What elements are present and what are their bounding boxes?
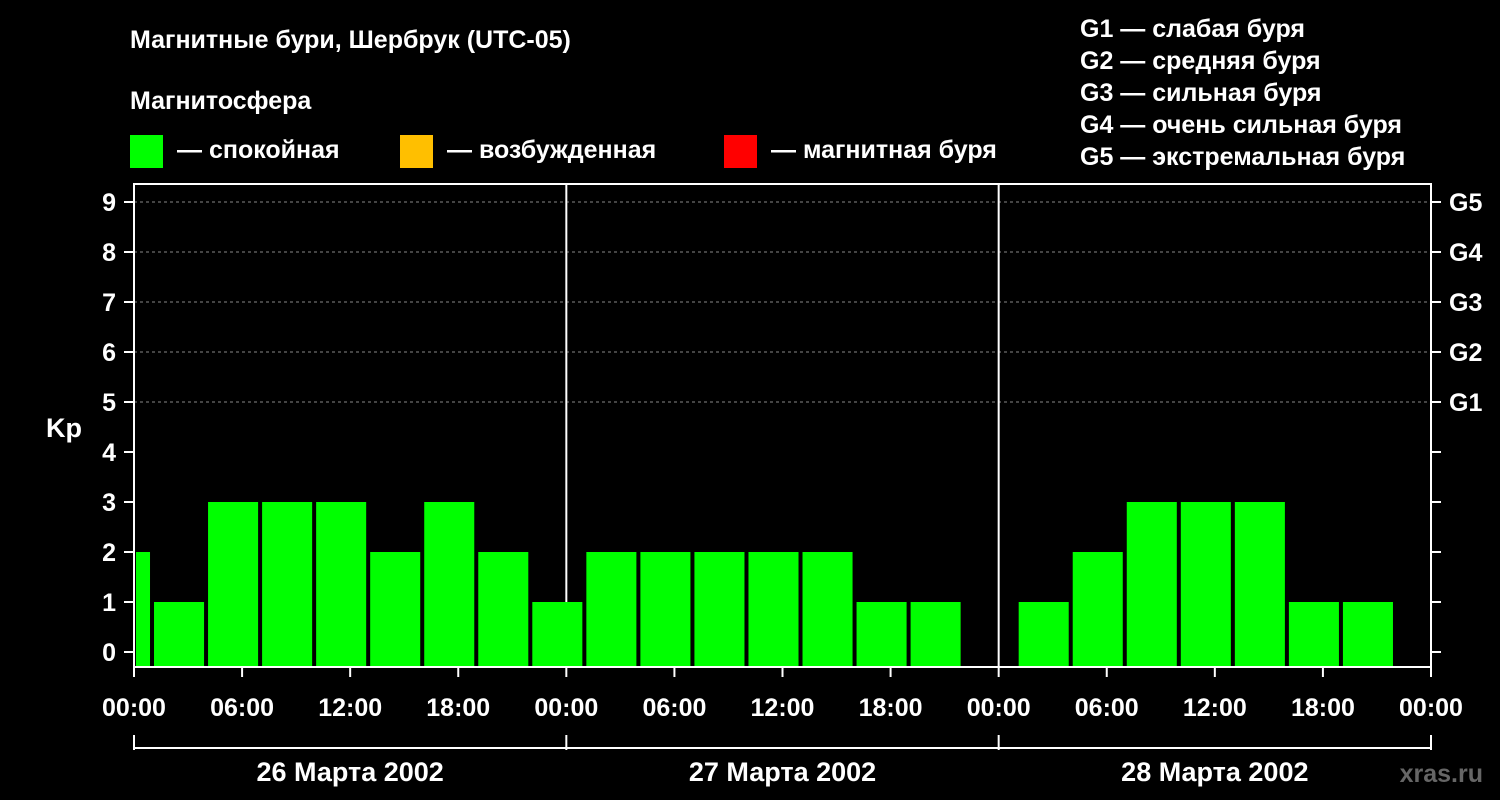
y-tick-label: 9 xyxy=(102,189,116,217)
kp-bar xyxy=(478,552,529,667)
legend-swatch xyxy=(400,135,433,168)
x-tick-label: 12:00 xyxy=(318,694,382,722)
g-scale-item: G4 — очень сильная буря xyxy=(1080,111,1402,139)
y-tick-label: 7 xyxy=(102,289,116,317)
kp-bar xyxy=(910,602,961,667)
legend-swatch xyxy=(724,135,757,168)
y-tick-label: 1 xyxy=(102,589,116,617)
bars xyxy=(136,502,1393,667)
g-scale-item: G3 — сильная буря xyxy=(1080,79,1322,107)
day-label: 27 Марта 2002 xyxy=(689,757,876,787)
x-tick-label: 12:00 xyxy=(1183,694,1247,722)
x-tick-label: 18:00 xyxy=(859,694,923,722)
g-scale-item: G1 — слабая буря xyxy=(1080,15,1305,43)
y-tick-label: 6 xyxy=(102,339,116,367)
x-tick-label: 06:00 xyxy=(642,694,706,722)
kp-bar xyxy=(586,552,637,667)
y-tick-label: 4 xyxy=(102,439,116,467)
g-tick-label: G2 xyxy=(1449,339,1482,367)
kp-bar xyxy=(208,502,259,667)
legend-title: Магнитосфера xyxy=(130,87,312,115)
kp-bar xyxy=(154,602,205,667)
x-tick-label: 00:00 xyxy=(102,694,166,722)
legend: — спокойная — возбужденная — магнитная бур… xyxy=(130,135,997,168)
x-tick-label: 18:00 xyxy=(1291,694,1355,722)
g-tick-label: G3 xyxy=(1449,289,1482,317)
day-label: 26 Марта 2002 xyxy=(257,757,444,787)
kp-bar xyxy=(316,502,367,667)
g-scale-legend: G1 — слабая буря G2 — средняя буря G3 — си… xyxy=(1080,15,1405,171)
legend-label: — спокойная xyxy=(177,136,340,164)
kp-bar xyxy=(1072,552,1123,667)
g-scale-item: G2 — средняя буря xyxy=(1080,47,1321,75)
kp-bar xyxy=(1126,502,1177,667)
kp-bar xyxy=(640,552,691,667)
y-tick-label: 2 xyxy=(102,539,116,567)
legend-label: — магнитная буря xyxy=(771,136,997,164)
kp-bar xyxy=(1234,502,1285,667)
legend-swatch xyxy=(130,135,163,168)
x-tick-label: 06:00 xyxy=(210,694,274,722)
y-tick-label: 3 xyxy=(102,489,116,517)
g-scale-item: G5 — экстремальная буря xyxy=(1080,143,1405,171)
kp-bar xyxy=(262,502,313,667)
x-tick-label: 18:00 xyxy=(426,694,490,722)
g-tick-label: G5 xyxy=(1449,189,1482,217)
x-tick-label: 06:00 xyxy=(1075,694,1139,722)
kp-bar xyxy=(1342,602,1393,667)
kp-bar xyxy=(856,602,907,667)
kp-bar xyxy=(370,552,421,667)
kp-bar xyxy=(748,552,799,667)
chart-title: Магнитные бури, Шербрук (UTC-05) xyxy=(130,26,571,54)
y-axis-label: Kp xyxy=(46,413,82,443)
legend-label: — возбужденная xyxy=(447,136,656,164)
x-tick-label: 00:00 xyxy=(967,694,1031,722)
kp-bar xyxy=(1288,602,1339,667)
g-tick-label: G1 xyxy=(1449,389,1482,417)
kp-bar xyxy=(694,552,745,667)
y-tick-label: 8 xyxy=(102,239,116,267)
x-tick-label: 00:00 xyxy=(534,694,598,722)
kp-chart: Магнитные бури, Шербрук (UTC-05) Магнито… xyxy=(46,15,1483,788)
axes: 0 1 2 3 4 5 6 7 8 9 G1 G2 G3 G4 G5 00:00 06:00 12:00 18:00… xyxy=(102,183,1482,787)
kp-bar xyxy=(1180,502,1231,667)
kp-bar xyxy=(532,602,583,667)
kp-bar xyxy=(1018,602,1069,667)
kp-bar xyxy=(136,552,151,667)
y-tick-label: 5 xyxy=(102,389,116,417)
kp-bar xyxy=(424,502,475,667)
watermark: xras.ru xyxy=(1400,760,1483,788)
x-tick-label: 00:00 xyxy=(1399,694,1463,722)
x-tick-label: 12:00 xyxy=(751,694,815,722)
kp-bar xyxy=(802,552,853,667)
g-tick-label: G4 xyxy=(1449,239,1482,267)
y-tick-label: 0 xyxy=(102,639,116,667)
day-label: 28 Марта 2002 xyxy=(1121,757,1308,787)
